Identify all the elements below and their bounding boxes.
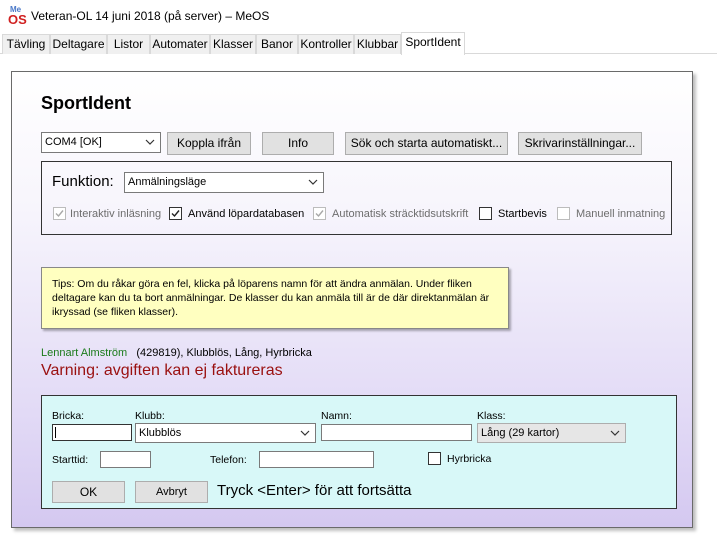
- use-runner-db-label: Använd löpardatabasen: [188, 208, 305, 220]
- phone-label: Telefon:: [210, 454, 247, 466]
- chevron-down-icon: [299, 424, 311, 443]
- info-button[interactable]: Info: [262, 132, 334, 155]
- disconnect-button[interactable]: Koppla ifrån: [167, 132, 251, 155]
- tab-banor[interactable]: Banor: [256, 34, 298, 54]
- sportident-page: SportIdent COM4 [OK] Koppla ifrån Info S…: [11, 71, 693, 528]
- port-select[interactable]: COM4 [OK]: [41, 132, 161, 153]
- rental-card-label: Hyrbricka: [447, 453, 492, 465]
- chevron-down-icon: [609, 424, 621, 443]
- title-bar: Me OS Veteran-OL 14 juni 2018 (på server…: [0, 0, 717, 32]
- start-time-input[interactable]: [100, 451, 151, 468]
- entry-panel: Bricka: Klubb: Klubblös Namn: Klass: Lån…: [41, 395, 677, 509]
- class-label: Klass:: [477, 410, 506, 422]
- tips-box: Tips: Om du råkar göra en fel, klicka på…: [41, 267, 509, 329]
- printer-settings-button[interactable]: Skrivarinställningar...: [518, 132, 642, 155]
- checkmark-icon: [55, 210, 64, 218]
- tab-deltagare[interactable]: Deltagare: [50, 34, 107, 54]
- ok-button[interactable]: OK: [52, 481, 125, 503]
- club-select-value: Klubblös: [139, 427, 182, 439]
- start-receipt-label: Startbevis: [498, 208, 547, 220]
- interactive-read-label: Interaktiv inläsning: [70, 208, 162, 220]
- class-select[interactable]: Lång (29 kartor): [477, 423, 626, 443]
- function-panel: Funktion: Anmälningsläge Interaktiv inlä…: [41, 161, 672, 235]
- tab-automater[interactable]: Automater: [150, 34, 210, 54]
- window-title: Veteran-OL 14 juni 2018 (på server) – Me…: [31, 9, 270, 23]
- auto-split-print-label: Automatisk sträcktidsutskrift: [332, 208, 469, 220]
- card-number-input[interactable]: [52, 424, 132, 441]
- cancel-button[interactable]: Avbryt: [135, 481, 208, 503]
- club-label: Klubb:: [135, 410, 165, 422]
- tab-listor[interactable]: Listor: [107, 34, 150, 54]
- start-time-label: Starttid:: [52, 454, 89, 466]
- rental-card-checkbox[interactable]: [428, 452, 441, 465]
- card-label: Bricka:: [52, 410, 85, 422]
- mode-select[interactable]: Anmälningsläge: [124, 172, 324, 193]
- phone-input[interactable]: [259, 451, 374, 468]
- chevron-down-icon: [144, 133, 156, 152]
- meos-logo-icon: Me OS: [8, 6, 27, 27]
- tab-klasser[interactable]: Klasser: [210, 34, 256, 54]
- checkmark-icon: [171, 210, 180, 218]
- name-label: Namn:: [321, 410, 352, 422]
- interactive-read-checkbox[interactable]: [53, 207, 66, 220]
- checkmark-icon: [315, 210, 324, 218]
- enter-hint: Tryck <Enter> för att fortsätta: [217, 482, 412, 499]
- manual-entry-label: Manuell inmatning: [576, 208, 666, 220]
- name-input[interactable]: [321, 424, 472, 441]
- port-select-value: COM4 [OK]: [45, 136, 102, 148]
- tab-sportident[interactable]: SportIdent: [401, 32, 465, 55]
- start-receipt-checkbox[interactable]: [479, 207, 492, 220]
- auto-split-print-checkbox[interactable]: [313, 207, 326, 220]
- tab-bar: Tävling Deltagare Listor Automater Klass…: [0, 32, 717, 55]
- tab-klubbar[interactable]: Klubbar: [354, 34, 401, 54]
- search-start-button[interactable]: Sök och starta automatiskt...: [345, 132, 508, 155]
- manual-entry-checkbox[interactable]: [557, 207, 570, 220]
- page-title: SportIdent: [41, 93, 131, 113]
- tab-kontroller[interactable]: Kontroller: [298, 34, 354, 54]
- runner-details: (429819), Klubblös, Lång, Hyrbricka: [136, 347, 312, 359]
- fee-warning: Varning: avgiften kan ej faktureras: [41, 362, 283, 379]
- runner-info: Lennart Almström (429819), Klubblös, Lån…: [41, 347, 312, 359]
- mode-select-value: Anmälningsläge: [128, 176, 207, 188]
- logo-text-bottom: OS: [8, 12, 27, 27]
- class-select-value: Lång (29 kartor): [481, 427, 560, 439]
- use-runner-db-checkbox[interactable]: [169, 207, 182, 220]
- chevron-down-icon: [307, 173, 319, 192]
- tab-tavling[interactable]: Tävling: [2, 34, 50, 54]
- club-select[interactable]: Klubblös: [135, 423, 316, 443]
- text-caret: [55, 427, 56, 438]
- runner-name-link[interactable]: Lennart Almström: [41, 347, 127, 359]
- function-label: Funktion:: [52, 173, 114, 190]
